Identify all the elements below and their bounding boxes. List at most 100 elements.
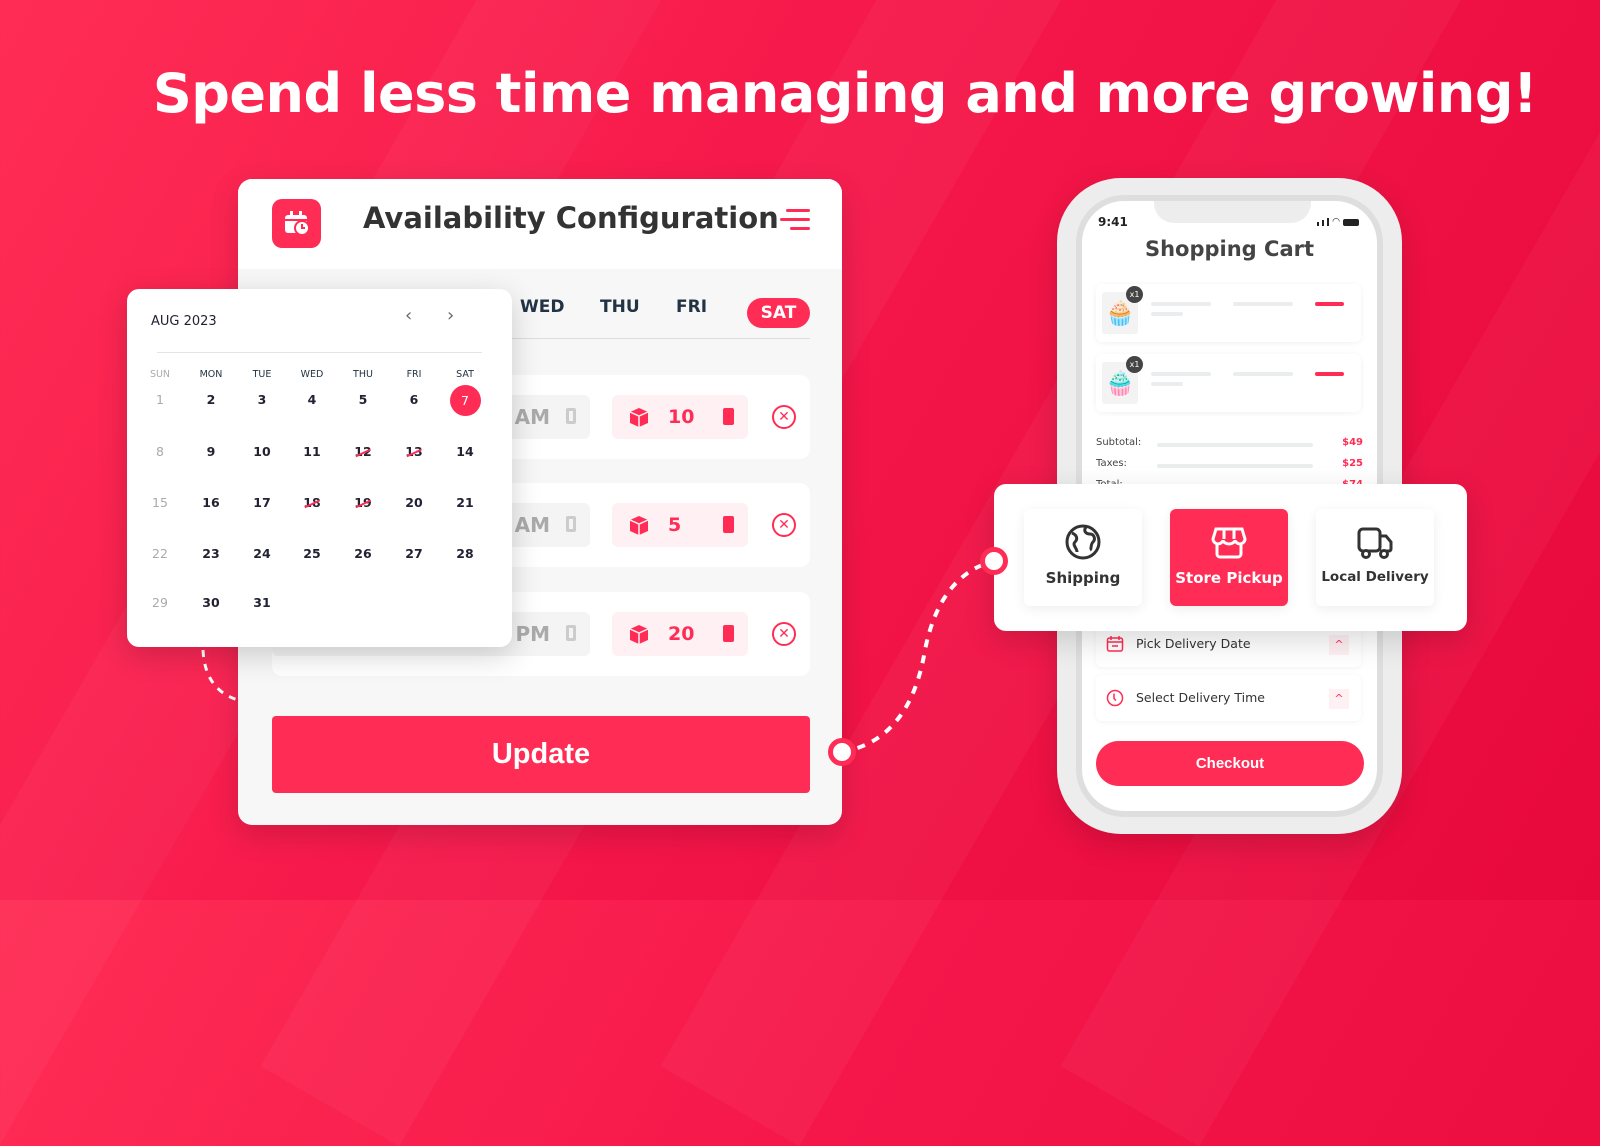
- calendar-day[interactable]: 28: [441, 539, 489, 569]
- day-number: 23: [202, 546, 220, 561]
- calendar-day[interactable]: 16: [187, 488, 235, 518]
- calendar-day[interactable]: 10: [238, 437, 286, 467]
- day-number: 10: [253, 444, 271, 459]
- select-delivery-time[interactable]: Select Delivery Time ^: [1096, 675, 1361, 721]
- day-number: 20: [405, 495, 423, 510]
- day-number: 28: [456, 546, 474, 561]
- store-icon: [1211, 527, 1247, 559]
- calendar-clock-icon: [272, 199, 321, 248]
- divider: [157, 352, 482, 353]
- day-number: 17: [253, 495, 271, 510]
- option-shipping[interactable]: Shipping: [1024, 509, 1142, 606]
- calendar-icon: [1106, 636, 1124, 652]
- quantity-field[interactable]: 10: [612, 395, 748, 439]
- page-title: Availability Configuration: [363, 201, 779, 235]
- next-month-button[interactable]: ›: [447, 305, 454, 326]
- calendar-day[interactable]: 1: [136, 385, 184, 415]
- calendar-day[interactable]: 12: [339, 437, 387, 467]
- connector-dot: [828, 738, 856, 766]
- option-label: Local Delivery: [1321, 569, 1429, 585]
- time-value: PM: [515, 622, 550, 646]
- calendar-day[interactable]: 6: [390, 385, 438, 415]
- prev-month-button[interactable]: ‹: [405, 305, 412, 326]
- day-number: 14: [456, 444, 474, 459]
- calendar-day[interactable]: 8: [136, 437, 184, 467]
- calendar-day[interactable]: 24: [238, 539, 286, 569]
- calendar-day[interactable]: 14: [441, 437, 489, 467]
- quantity-value: 10: [668, 406, 695, 428]
- option-local-delivery[interactable]: Local Delivery: [1316, 509, 1434, 606]
- stepper-icon[interactable]: [566, 625, 576, 641]
- tab-sat[interactable]: SAT: [747, 298, 810, 328]
- tab-fri[interactable]: FRI: [676, 297, 707, 317]
- option-label: Store Pickup: [1175, 569, 1283, 587]
- option-label: Shipping: [1045, 569, 1121, 587]
- quantity-field[interactable]: 5: [612, 503, 748, 547]
- calendar-day[interactable]: 20: [390, 488, 438, 518]
- day-number: 16: [202, 495, 220, 510]
- day-number: 21: [456, 495, 474, 510]
- day-number: 24: [253, 546, 271, 561]
- calendar-day[interactable]: 27: [390, 539, 438, 569]
- calendar-day[interactable]: 17: [238, 488, 286, 518]
- day-number: 29: [152, 595, 168, 610]
- day-number: 12: [354, 444, 372, 459]
- calendar-day[interactable]: 22: [136, 539, 184, 569]
- day-number: 3: [257, 392, 267, 407]
- stepper-icon[interactable]: [566, 408, 576, 424]
- stepper-icon[interactable]: [566, 516, 576, 532]
- stepper-icon[interactable]: [723, 408, 734, 425]
- remove-row-button[interactable]: ✕: [772, 622, 796, 646]
- day-number: 18: [303, 495, 321, 510]
- day-number: 15: [152, 495, 168, 510]
- calendar-day[interactable]: 7: [441, 385, 489, 416]
- calendar-day[interactable]: 13: [390, 437, 438, 467]
- quantity-value: 5: [668, 514, 682, 536]
- day-number: 8: [156, 444, 164, 459]
- remove-row-button[interactable]: ✕: [772, 513, 796, 537]
- weekday-header: THU: [353, 369, 373, 380]
- connector-dot: [980, 547, 1008, 575]
- calendar-day[interactable]: 26: [339, 539, 387, 569]
- chevron-up-icon[interactable]: ^: [1329, 689, 1349, 709]
- quantity-value: 20: [668, 623, 695, 645]
- tab-thu[interactable]: THU: [600, 297, 640, 317]
- update-button[interactable]: Update: [272, 716, 810, 793]
- calendar-day[interactable]: 18: [288, 488, 336, 518]
- calendar-day[interactable]: 21: [441, 488, 489, 518]
- stepper-icon[interactable]: [723, 516, 734, 533]
- weekday-header: TUE: [252, 369, 272, 380]
- calendar-day[interactable]: 25: [288, 539, 336, 569]
- calendar-day[interactable]: 3: [238, 385, 286, 415]
- day-number: 9: [206, 444, 216, 459]
- day-number: 2: [206, 392, 216, 407]
- day-number: 26: [354, 546, 372, 561]
- day-number: 13: [405, 444, 423, 459]
- hamburger-menu-icon[interactable]: [780, 209, 810, 233]
- calendar-day[interactable]: 11: [288, 437, 336, 467]
- truck-icon: [1357, 527, 1393, 559]
- stepper-icon[interactable]: [723, 625, 734, 642]
- calendar-day[interactable]: 29: [136, 588, 184, 618]
- status-time: 9:41: [1098, 215, 1128, 229]
- calendar-day[interactable]: 4: [288, 385, 336, 415]
- calendar-day[interactable]: 5: [339, 385, 387, 415]
- calendar-day[interactable]: 9: [187, 437, 235, 467]
- calendar-day[interactable]: 23: [187, 539, 235, 569]
- quantity-badge: x1: [1126, 356, 1143, 373]
- chevron-up-icon[interactable]: ^: [1329, 635, 1349, 655]
- checkout-button[interactable]: Checkout: [1096, 741, 1364, 786]
- tab-wed[interactable]: WED: [520, 297, 564, 317]
- day-number: 5: [358, 392, 368, 407]
- summary-label: Subtotal:: [1096, 437, 1142, 448]
- calendar-day[interactable]: 19: [339, 488, 387, 518]
- calendar-day[interactable]: 2: [187, 385, 235, 415]
- calendar-day[interactable]: 15: [136, 488, 184, 518]
- calendar-day[interactable]: 30: [187, 588, 235, 618]
- calendar-day[interactable]: 31: [238, 588, 286, 618]
- quantity-field[interactable]: 20: [612, 612, 748, 656]
- calendar-month: AUG 2023: [151, 314, 217, 329]
- option-store-pickup[interactable]: Store Pickup: [1170, 509, 1288, 606]
- remove-row-button[interactable]: ✕: [772, 405, 796, 429]
- day-number: 22: [152, 546, 168, 561]
